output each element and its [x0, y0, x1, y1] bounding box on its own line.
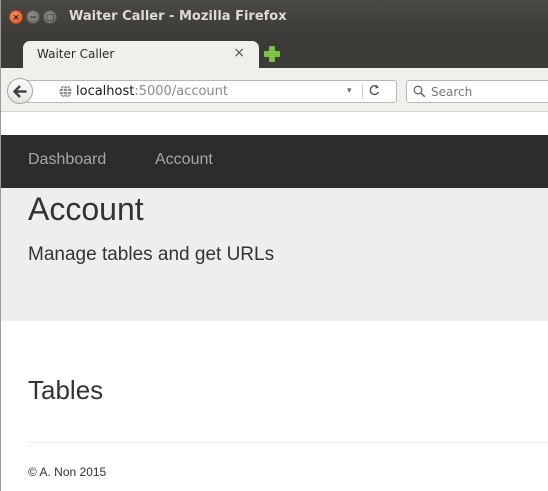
- browser-window: × − □ Waiter Caller - Mozilla Firefox Wa…: [0, 0, 548, 491]
- back-button[interactable]: [7, 78, 33, 104]
- tab-close-icon[interactable]: ×: [233, 45, 245, 61]
- search-input[interactable]: [427, 82, 548, 101]
- globe-icon: [59, 85, 72, 98]
- back-arrow-icon: [13, 85, 27, 98]
- page-header: Account Manage tables and get URLs: [1, 188, 548, 321]
- url-path: :5000/account: [134, 84, 228, 99]
- nav-link-dashboard[interactable]: Dashboard: [28, 151, 106, 169]
- tab-label: Waiter Caller: [37, 47, 115, 61]
- tables-heading: Tables: [28, 375, 104, 405]
- search-icon: [413, 85, 426, 98]
- url-text: localhost:5000/account: [76, 84, 228, 99]
- reload-icon[interactable]: [368, 83, 380, 101]
- footer-divider: [28, 442, 548, 443]
- plus-vertical-bar: [269, 46, 275, 62]
- url-bar[interactable]: localhost:5000/account ▾: [27, 80, 397, 103]
- navigation-bar: localhost:5000/account ▾: [1, 68, 548, 112]
- site-navbar: Dashboard Account: [1, 135, 548, 188]
- title-bar: × − □ Waiter Caller - Mozilla Firefox: [1, 0, 548, 36]
- maximize-window-icon[interactable]: □: [43, 10, 57, 24]
- url-separator: [362, 84, 363, 99]
- reload-arrow-icon: [369, 84, 380, 96]
- page-subtitle: Manage tables and get URLs: [28, 244, 275, 265]
- search-bar[interactable]: [406, 80, 548, 103]
- url-host: localhost: [76, 84, 135, 99]
- footer-copyright: © A. Non 2015: [28, 465, 107, 479]
- tab-waiter-caller[interactable]: Waiter Caller ×: [23, 41, 259, 68]
- page-title: Account: [28, 191, 144, 227]
- window-title: Waiter Caller - Mozilla Firefox: [69, 9, 287, 24]
- minimize-window-icon[interactable]: −: [26, 10, 40, 24]
- nav-link-account[interactable]: Account: [155, 151, 213, 169]
- url-history-dropdown-icon[interactable]: ▾: [347, 86, 352, 96]
- new-tab-plus-icon[interactable]: [263, 45, 281, 63]
- close-window-icon[interactable]: ×: [9, 10, 23, 24]
